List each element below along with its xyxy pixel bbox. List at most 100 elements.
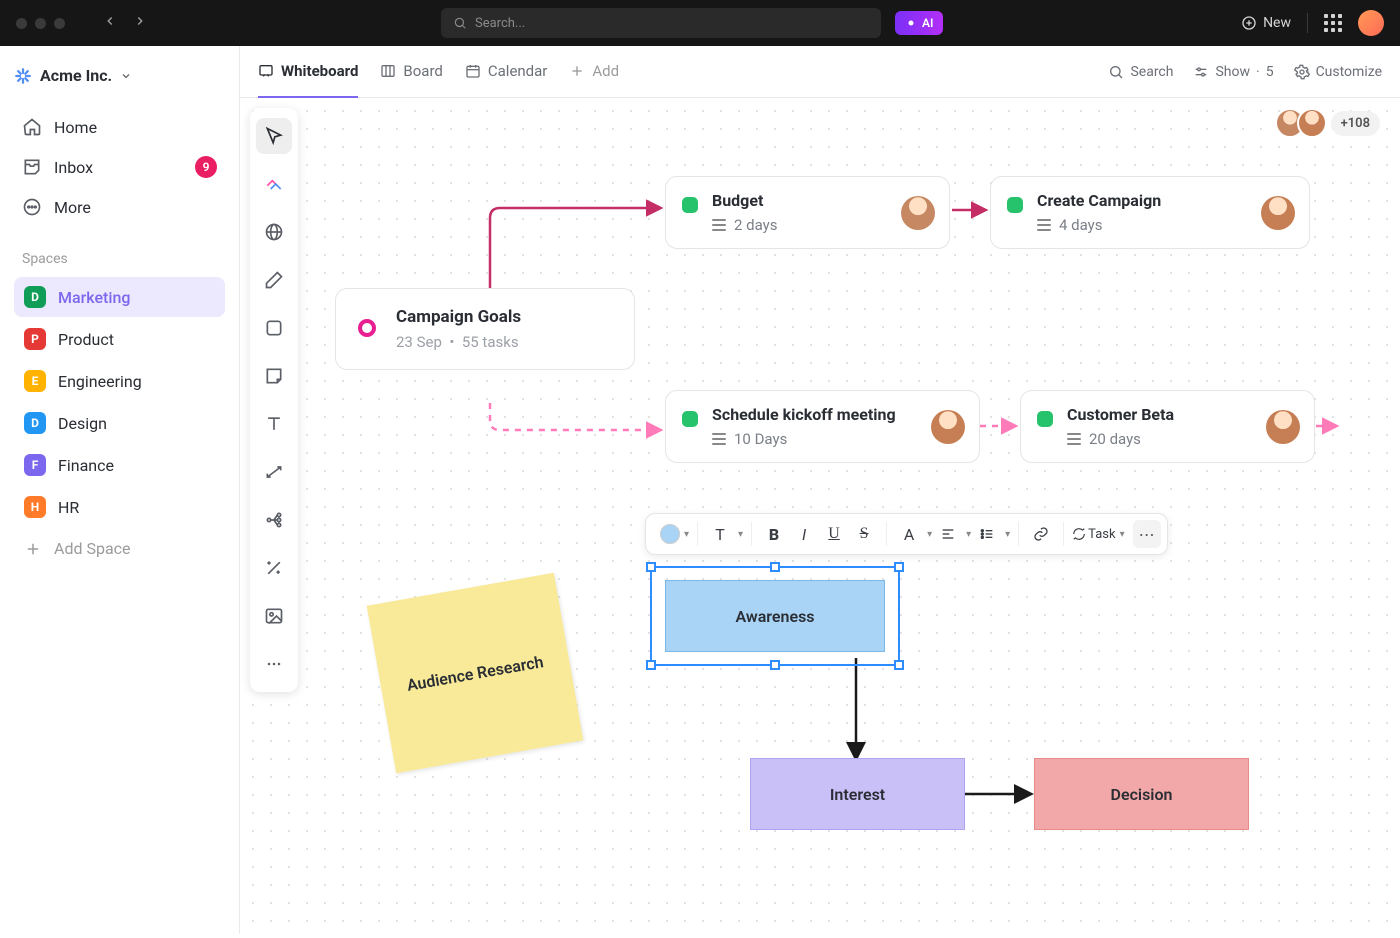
- spaces-heading: Spaces: [22, 251, 225, 267]
- titlebar: Search... AI New: [0, 0, 1400, 46]
- tool-web[interactable]: [256, 214, 292, 250]
- window-controls: [16, 18, 65, 29]
- list-icon: [1037, 219, 1051, 231]
- tool-connector[interactable]: [256, 454, 292, 490]
- ai-button[interactable]: AI: [895, 11, 943, 35]
- space-marketing[interactable]: D Marketing: [14, 277, 225, 317]
- tab-calendar[interactable]: Calendar: [465, 46, 548, 98]
- traffic-max[interactable]: [54, 18, 65, 29]
- sidebar-item-inbox[interactable]: Inbox 9: [14, 147, 225, 187]
- tool-mindmap[interactable]: [256, 502, 292, 538]
- tool-more[interactable]: [256, 646, 292, 682]
- tab-whiteboard[interactable]: Whiteboard: [258, 46, 358, 98]
- sidebar: Acme Inc. Home Inbox 9 More Spaces D Mark…: [0, 46, 240, 934]
- whiteboard-canvas[interactable]: +108: [240, 98, 1400, 934]
- plus-icon: [24, 540, 42, 558]
- space-label: Finance: [58, 456, 114, 475]
- board-icon: [380, 63, 396, 79]
- tool-pointer[interactable]: [256, 118, 292, 154]
- sparkle-icon: [905, 17, 917, 29]
- align-button[interactable]: [934, 520, 962, 548]
- tab-add[interactable]: Add: [569, 46, 619, 98]
- space-hr[interactable]: HHR: [14, 487, 225, 527]
- sidebar-item-home[interactable]: Home: [14, 107, 225, 147]
- shape-decision[interactable]: Decision: [1034, 758, 1249, 830]
- plus-icon: [569, 63, 585, 79]
- card-customer-beta[interactable]: Customer Beta 20 days: [1020, 390, 1315, 463]
- list-button[interactable]: [973, 520, 1001, 548]
- shape-awareness[interactable]: Awareness: [665, 580, 885, 652]
- convert-task-button[interactable]: Task▾: [1064, 514, 1132, 554]
- tool-pen[interactable]: [256, 262, 292, 298]
- italic-button[interactable]: I: [790, 520, 818, 548]
- card-kickoff[interactable]: Schedule kickoff meeting 10 Days: [665, 390, 980, 463]
- card-create-campaign[interactable]: Create Campaign 4 days: [990, 176, 1310, 249]
- show-button[interactable]: Show·5: [1193, 64, 1273, 80]
- bold-button[interactable]: B: [760, 520, 788, 548]
- assignee-avatar[interactable]: [1261, 196, 1295, 230]
- assignee-avatar[interactable]: [931, 410, 965, 444]
- tool-magic[interactable]: [256, 550, 292, 586]
- traffic-min[interactable]: [35, 18, 46, 29]
- gear-icon: [1294, 64, 1310, 80]
- apps-grid-icon[interactable]: [1324, 14, 1342, 32]
- nav-back-button[interactable]: [97, 10, 123, 36]
- workspace-switcher[interactable]: Acme Inc.: [14, 66, 225, 85]
- nav-forward-button[interactable]: [127, 10, 153, 36]
- sync-icon: [1072, 527, 1086, 541]
- list-icon: [1067, 433, 1081, 445]
- search-placeholder: Search...: [475, 16, 525, 31]
- home-icon: [22, 117, 42, 137]
- space-icon: H: [24, 496, 46, 518]
- space-finance[interactable]: F Finance: [14, 445, 225, 485]
- space-label: Product: [58, 330, 114, 349]
- user-avatar[interactable]: [1358, 10, 1384, 36]
- space-label: Design: [58, 414, 107, 433]
- tool-image[interactable]: [256, 598, 292, 634]
- text-toolbar: ▾ T▾ B I U S A▾ ▾ ▾: [645, 513, 1168, 555]
- traffic-close[interactable]: [16, 18, 27, 29]
- space-design[interactable]: DDesign: [14, 403, 225, 443]
- customize-button[interactable]: Customize: [1294, 64, 1382, 80]
- strike-button[interactable]: S: [850, 520, 878, 548]
- collaborators-overflow[interactable]: +108: [1331, 111, 1380, 136]
- assignee-avatar[interactable]: [901, 196, 935, 230]
- collaborators[interactable]: +108: [1283, 108, 1380, 138]
- card-budget[interactable]: Budget 2 days: [665, 176, 950, 249]
- space-engineering[interactable]: EEngineering: [14, 361, 225, 401]
- space-icon: D: [24, 286, 46, 308]
- sticky-note[interactable]: Audience Research: [367, 573, 584, 773]
- card-campaign-goals[interactable]: Campaign Goals 23 Sep • 55 tasks: [335, 288, 635, 370]
- search-icon: [1108, 64, 1124, 80]
- goal-ring-icon: [358, 319, 376, 337]
- toolbar-more-button[interactable]: ⋯: [1133, 520, 1161, 548]
- tool-dock: [250, 108, 298, 692]
- tool-text[interactable]: [256, 406, 292, 442]
- assignee-avatar[interactable]: [1266, 410, 1300, 444]
- underline-button[interactable]: U: [820, 520, 848, 548]
- link-button[interactable]: [1027, 520, 1055, 548]
- space-icon: F: [24, 454, 46, 476]
- fill-color-swatch[interactable]: [660, 524, 680, 544]
- tool-shape[interactable]: [256, 310, 292, 346]
- add-space-button[interactable]: Add Space: [14, 529, 225, 568]
- space-label: Marketing: [58, 288, 130, 307]
- view-tabs: Whiteboard Board Calendar Add Search: [240, 46, 1400, 98]
- global-search[interactable]: Search...: [441, 8, 881, 38]
- space-icon: P: [24, 328, 46, 350]
- text-color-button[interactable]: A: [895, 520, 923, 548]
- font-size-button[interactable]: T: [706, 520, 734, 548]
- space-product[interactable]: P Product: [14, 319, 225, 359]
- new-button[interactable]: New: [1241, 15, 1291, 31]
- whiteboard-icon: [258, 63, 274, 79]
- tab-board[interactable]: Board: [380, 46, 442, 98]
- shape-interest[interactable]: Interest: [750, 758, 965, 830]
- canvas-search-button[interactable]: Search: [1108, 64, 1173, 80]
- tool-ai[interactable]: [256, 166, 292, 202]
- sidebar-item-more[interactable]: More: [14, 187, 225, 227]
- sliders-icon: [1193, 64, 1209, 80]
- more-icon: [22, 197, 42, 217]
- list-icon: [712, 433, 726, 445]
- list-icon: [712, 219, 726, 231]
- tool-sticky[interactable]: [256, 358, 292, 394]
